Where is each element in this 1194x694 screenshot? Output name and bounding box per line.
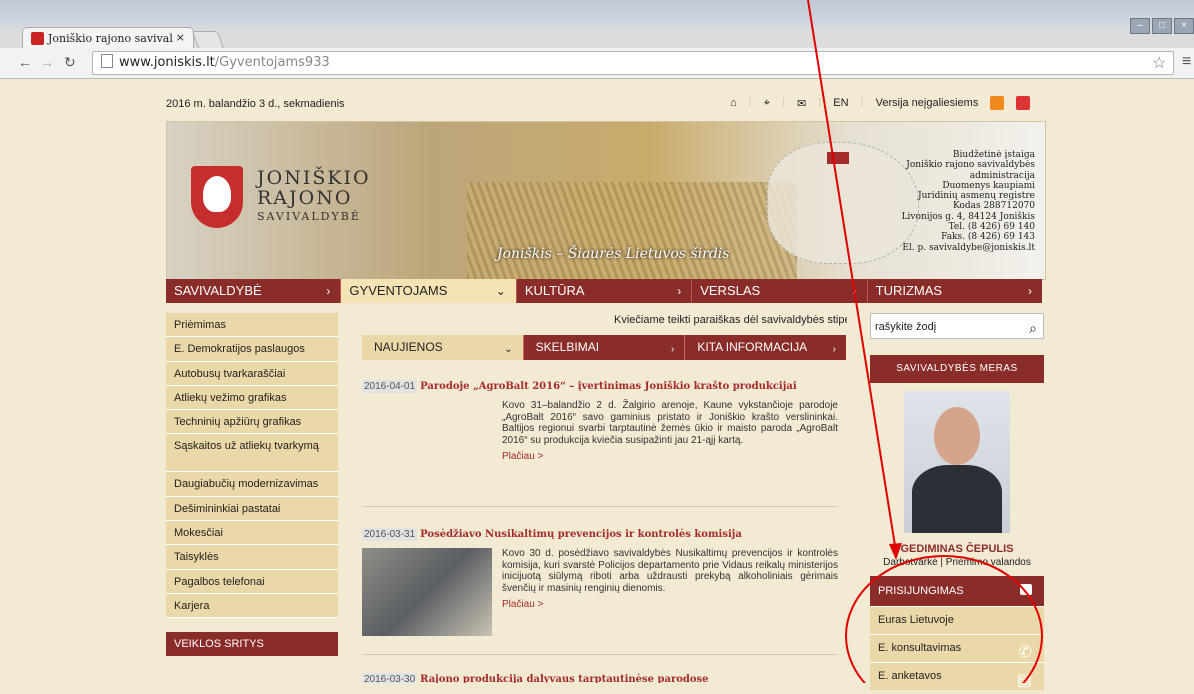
url-path: /Gyventojams933 — [214, 55, 330, 70]
e-consulting-link[interactable]: E. konsultavimas ✆ — [870, 634, 1044, 662]
institution-info: Biudžetinė įstaiga Joniškio rajono saviva… — [901, 150, 1035, 253]
tab-skelbimai[interactable]: SKELBIMAI › — [523, 335, 686, 360]
tab-naujienos[interactable]: NAUJIENOS ⌄ — [362, 335, 524, 360]
agenda-link[interactable]: Darbotvarkė — [883, 557, 937, 568]
mayor-name: GEDIMINAS ČEPULIS — [900, 543, 1014, 555]
divider — [362, 654, 838, 655]
rss-icon[interactable] — [990, 96, 1005, 110]
favicon-icon — [31, 32, 44, 45]
maximize-icon[interactable]: □ — [1152, 18, 1172, 34]
news-headline[interactable]: 2016-04-01 Parodoje „AgroBalt 2016“ – įve… — [362, 380, 838, 393]
divider — [362, 506, 838, 507]
header-banner: JONIŠKIO RAJONO SAVIVALDYBĖ Joniškis – Ši… — [166, 121, 1046, 280]
sidebar-item[interactable]: Atliekų vežimo grafikas — [166, 385, 338, 411]
news-image[interactable] — [362, 400, 492, 488]
browser-tab[interactable]: Joniškio rajono savival × — [22, 27, 194, 50]
bookmark-star-icon[interactable]: ☆ — [1152, 53, 1166, 73]
coat-of-arms-logo[interactable] — [191, 166, 243, 228]
sidebar-item[interactable]: Karjera — [166, 593, 338, 619]
home-icon[interactable]: ⌂ — [730, 97, 737, 109]
sidebar-item[interactable]: Techninių apžiūrų grafikas — [166, 410, 338, 435]
brand-subtitle: SAVIVALDYBĖ — [257, 210, 361, 223]
nav-verslas[interactable]: VERSLAS › — [692, 279, 868, 303]
read-more-link[interactable]: Plačiau > — [502, 451, 838, 463]
sidebar-item[interactable]: Autobusų tvarkaraščiai — [166, 361, 338, 386]
search-field[interactable]: rašykite žodį ⌕ — [870, 313, 1044, 339]
back-icon[interactable]: ← — [18, 54, 32, 70]
slogan: Joniškis – Šiaurės Lietuvos širdis — [497, 246, 730, 262]
reload-icon[interactable]: ↻ — [64, 54, 76, 71]
login-button[interactable]: PRISIJUNGIMAS — [870, 576, 1044, 606]
sidebar-item[interactable]: Dešimininkiai pastatai — [166, 496, 338, 522]
sidebar-item[interactable]: E. Demokratijos paslaugos — [166, 337, 338, 362]
youtube-icon[interactable] — [1016, 96, 1031, 110]
minimize-icon[interactable]: – — [1130, 18, 1150, 34]
top-utility-bar: ⌂ ⁞ ⌖ ⁞ ✉ ⁞ EN ⁞ Versija neįgaliesiems — [730, 96, 1031, 110]
sidebar-item[interactable]: Priėmimas — [166, 313, 338, 338]
close-tab-icon[interactable]: × — [176, 31, 185, 44]
browser-menu-icon[interactable]: ≡ — [1182, 53, 1191, 71]
tab-kita-informacija[interactable]: KITA INFORMACIJA › — [685, 335, 847, 360]
sidebar-item[interactable]: Daugiabučių modernizavimas — [166, 472, 338, 497]
euro-link[interactable]: Euras Lietuvoje — [870, 606, 1044, 634]
nav-turizmas[interactable]: TURIZMAS › — [868, 279, 1042, 303]
wheat-image — [467, 182, 797, 279]
mayor-links: Darbotvarkė | Priėmimo valandos — [883, 557, 1031, 568]
e-survey-link[interactable]: E. anketavos ▤ — [870, 662, 1044, 690]
tab-title: Joniškio rajono savival — [48, 32, 173, 45]
tab-strip — [0, 0, 1194, 30]
sidebar-item[interactable]: Sąskaitos už atliekų tvarkymą — [166, 434, 338, 473]
news-text: Kovo 31–balandžio 2 d. Žalgirio arenoje,… — [502, 400, 838, 463]
news-date: 2016-03-30 — [362, 673, 418, 683]
mail-icon[interactable]: ✉ — [797, 97, 806, 110]
news-headline[interactable]: 2016-03-30 Rajono produkcija dalyvaus tar… — [362, 673, 838, 683]
search-icon[interactable]: ⌕ — [1029, 315, 1037, 341]
announcement-ticker[interactable]: Kviečiame teikti paraiškas dėl savivaldy… — [614, 314, 847, 326]
reception-hours-link[interactable]: Priėmimo valandos — [946, 557, 1031, 568]
lock-icon — [1020, 584, 1032, 595]
news-image[interactable] — [362, 548, 492, 636]
sidebar-item[interactable]: Pagalbos telefonai — [166, 569, 338, 594]
right-sidebar: rašykite žodį ⌕ SAVIVALDYBĖS MERAS GEDIMI… — [870, 313, 1044, 690]
brand-name[interactable]: JONIŠKIO RAJONO — [257, 168, 371, 208]
news-date: 2016-04-01 — [362, 380, 418, 393]
mayor-photo — [904, 391, 1010, 533]
page-icon — [101, 54, 113, 68]
main-navigation: SAVIVALDYBĖ › GYVENTOJAMS ⌄ KULTŪRA › VERSL… — [166, 279, 1042, 303]
sidebar-section-heading[interactable]: VEIKLOS SRITYS — [166, 632, 338, 657]
forward-icon[interactable]: → — [40, 54, 54, 70]
mayor-heading: SAVIVALDYBĖS MERAS — [870, 355, 1044, 383]
sidebar-item[interactable]: Mokesčiai — [166, 521, 338, 546]
left-sidebar: Priėmimas E. Demokratijos paslaugos Auto… — [166, 313, 338, 657]
news-item: 2016-03-31 Posėdžiavo Nusikaltimų prevenc… — [362, 528, 838, 658]
nav-kultura[interactable]: KULTŪRA › — [517, 279, 693, 303]
read-more-link[interactable]: Plačiau > — [502, 599, 838, 611]
news-date: 2016-03-31 — [362, 528, 418, 541]
joniskis-region-marker — [827, 152, 849, 164]
nav-gyventojams[interactable]: GYVENTOJAMS ⌄ — [341, 279, 517, 303]
nav-savivaldybe[interactable]: SAVIVALDYBĖ › — [166, 279, 342, 303]
news-tabs: NAUJIENOS ⌄ SKELBIMAI › KITA INFORMACIJA › — [362, 335, 847, 360]
sidebar-item[interactable]: Taisyklės — [166, 545, 338, 570]
current-date: 2016 m. balandžio 3 d., sekmadienis — [166, 98, 345, 110]
accessible-version-link[interactable]: Versija neįgaliesiems — [876, 97, 979, 109]
news-item: 2016-03-30 Rajono produkcija dalyvaus tar… — [362, 673, 838, 683]
news-headline[interactable]: 2016-03-31 Posėdžiavo Nusikaltimų prevenc… — [362, 528, 838, 541]
news-item: 2016-04-01 Parodoje „AgroBalt 2016“ – įve… — [362, 380, 838, 510]
address-bar[interactable]: www.joniskis.lt/Gyventojams933 — [92, 51, 1174, 75]
sitemap-icon[interactable]: ⌖ — [764, 97, 770, 110]
document-icon: ▤ — [1016, 672, 1032, 689]
lang-en-link[interactable]: EN — [833, 97, 848, 109]
news-text: Kovo 30 d. posėdžiavo savivaldybės Nusik… — [502, 548, 838, 611]
search-placeholder: rašykite žodį — [875, 321, 937, 333]
window-controls: – □ × — [1130, 18, 1194, 34]
window-close-icon[interactable]: × — [1174, 18, 1194, 34]
url-domain: www.joniskis.lt — [119, 55, 215, 70]
